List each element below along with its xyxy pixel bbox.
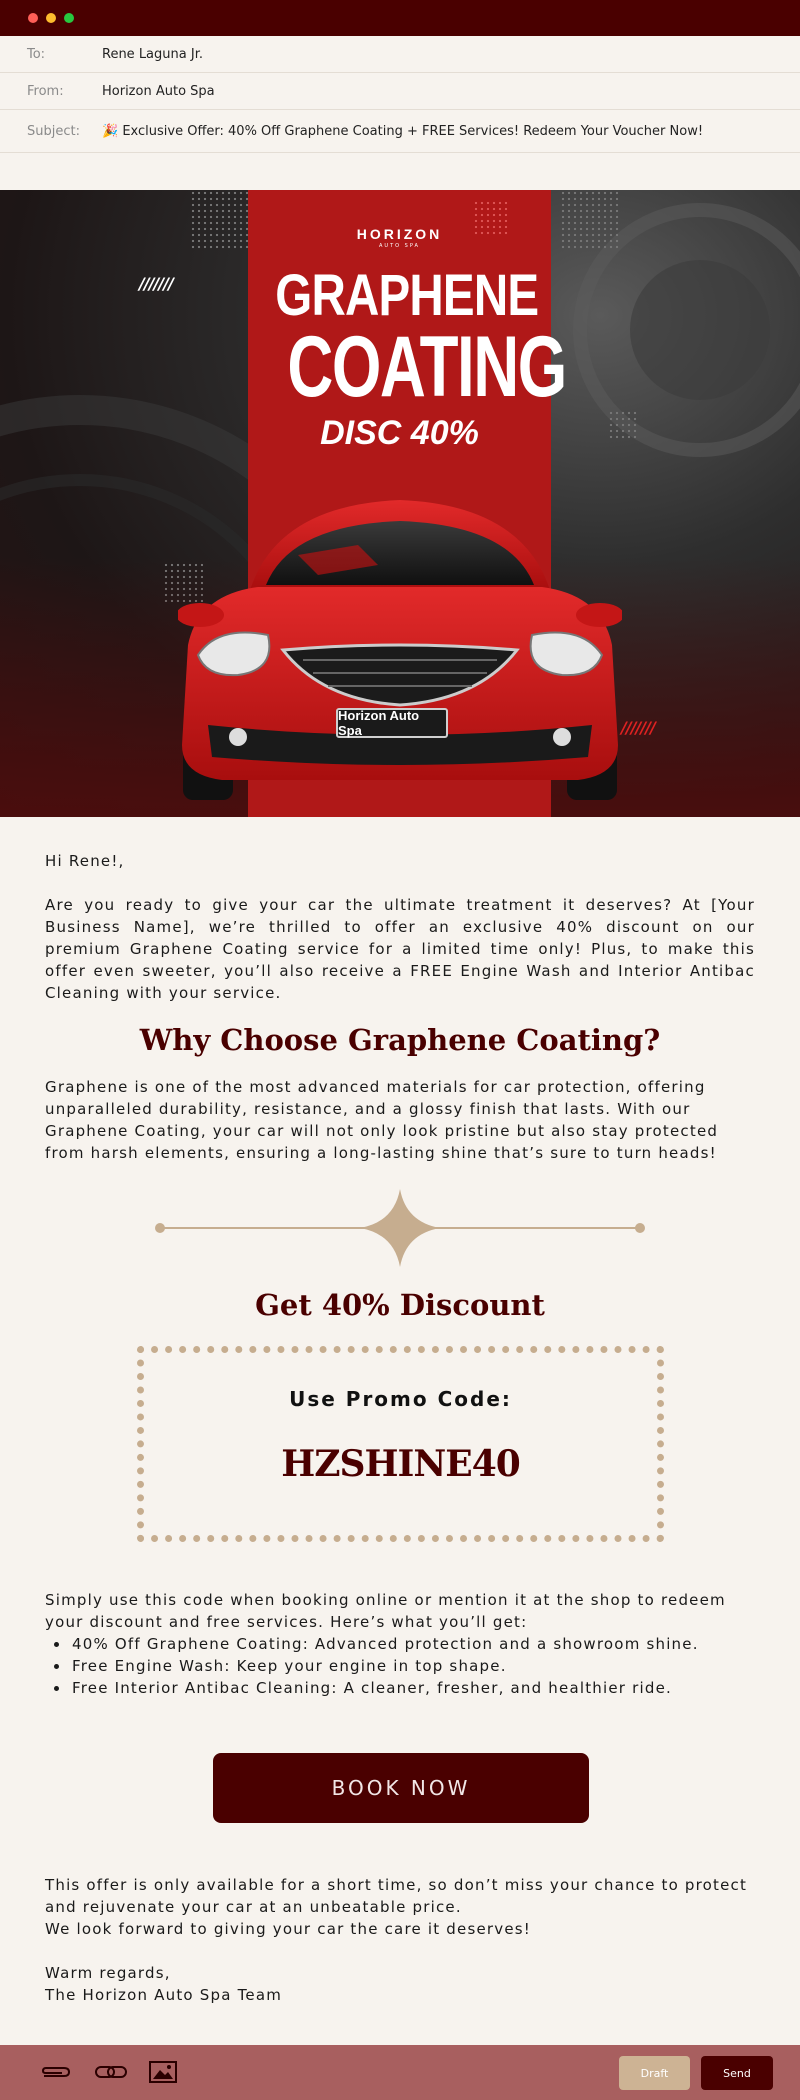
maximize-window-dot[interactable] xyxy=(64,13,74,23)
to-label: To: xyxy=(27,46,46,62)
why-title: Why Choose Graphene Coating? xyxy=(139,1023,661,1057)
link-icon[interactable] xyxy=(94,2059,128,2085)
benefits-list: 40% Off Graphene Coating: Advanced prote… xyxy=(45,1633,755,1699)
why-paragraph: Graphene is one of the most advanced mat… xyxy=(45,1078,719,1162)
closing-line: We look forward to giving your car the c… xyxy=(45,1920,531,1938)
greeting: Hi Rene!, xyxy=(45,852,125,870)
signoff-greeting: Warm regards, xyxy=(45,1964,171,1982)
minimize-window-dot[interactable] xyxy=(46,13,56,23)
to-value[interactable]: Rene Laguna Jr. xyxy=(102,47,203,62)
dot-pattern xyxy=(608,410,638,440)
promo-banner-image: HORIZON AUTO SPA GRAPHENE COATING DISC 4… xyxy=(0,190,800,817)
benefits-section: Simply use this code when booking online… xyxy=(45,1589,755,1699)
to-row[interactable]: To: Rene Laguna Jr. xyxy=(0,36,800,73)
banner-discount: DISC 40% xyxy=(320,414,479,452)
discount-title: Get 40% Discount xyxy=(255,1288,545,1322)
dot-pattern xyxy=(190,190,250,250)
signoff-team: The Horizon Auto Spa Team xyxy=(45,1986,283,2004)
dot-pattern xyxy=(473,200,509,236)
dot-pattern xyxy=(560,190,620,250)
horizon-logo-sub: AUTO SPA xyxy=(379,243,420,249)
closing-paragraph: This offer is only available for a short… xyxy=(45,1876,748,1916)
stripes-left: /////// xyxy=(139,274,174,293)
compose-toolbar: Draft Send xyxy=(0,2045,800,2100)
subject-text: Exclusive Offer: 40% Off Graphene Coatin… xyxy=(122,123,704,139)
draft-button[interactable]: Draft xyxy=(619,2056,690,2090)
list-item: Free Engine Wash: Keep your engine in to… xyxy=(45,1655,755,1677)
attachment-icon[interactable] xyxy=(38,2059,72,2085)
sparkle-divider-icon xyxy=(155,1189,645,1267)
stripes-right: /////// xyxy=(621,718,656,737)
subject-row[interactable]: Subject: 🎉 Exclusive Offer: 40% Off Grap… xyxy=(0,110,800,153)
promo-label: Use Promo Code: xyxy=(289,1387,512,1411)
list-item: Free Interior Antibac Cleaning: A cleane… xyxy=(45,1677,755,1699)
closing-section: This offer is only available for a short… xyxy=(45,1874,755,2006)
promo-code[interactable]: HZSHINE40 xyxy=(144,1443,657,1485)
license-plate: Horizon Auto Spa xyxy=(336,708,448,738)
image-icon[interactable] xyxy=(146,2059,180,2085)
party-popper-icon: 🎉 xyxy=(102,123,119,139)
send-button[interactable]: Send xyxy=(701,2056,773,2090)
from-row[interactable]: From: Horizon Auto Spa xyxy=(0,73,800,110)
from-value[interactable]: Horizon Auto Spa xyxy=(102,84,215,99)
intro-paragraph: Are you ready to give your car the ultim… xyxy=(45,896,755,1002)
promo-code-box: Use Promo Code: HZSHINE40 xyxy=(137,1346,664,1542)
list-item: 40% Off Graphene Coating: Advanced prote… xyxy=(45,1633,755,1655)
subject-value[interactable]: 🎉 Exclusive Offer: 40% Off Graphene Coat… xyxy=(102,124,703,139)
window-titlebar xyxy=(0,0,800,36)
use-code-paragraph: Simply use this code when booking online… xyxy=(45,1591,726,1631)
banner-heading-coating: COATING xyxy=(287,319,567,415)
close-window-dot[interactable] xyxy=(28,13,38,23)
from-label: From: xyxy=(27,83,64,99)
red-car-icon xyxy=(178,500,622,800)
book-now-button[interactable]: BOOK NOW xyxy=(213,1753,589,1823)
subject-label: Subject: xyxy=(27,123,80,139)
